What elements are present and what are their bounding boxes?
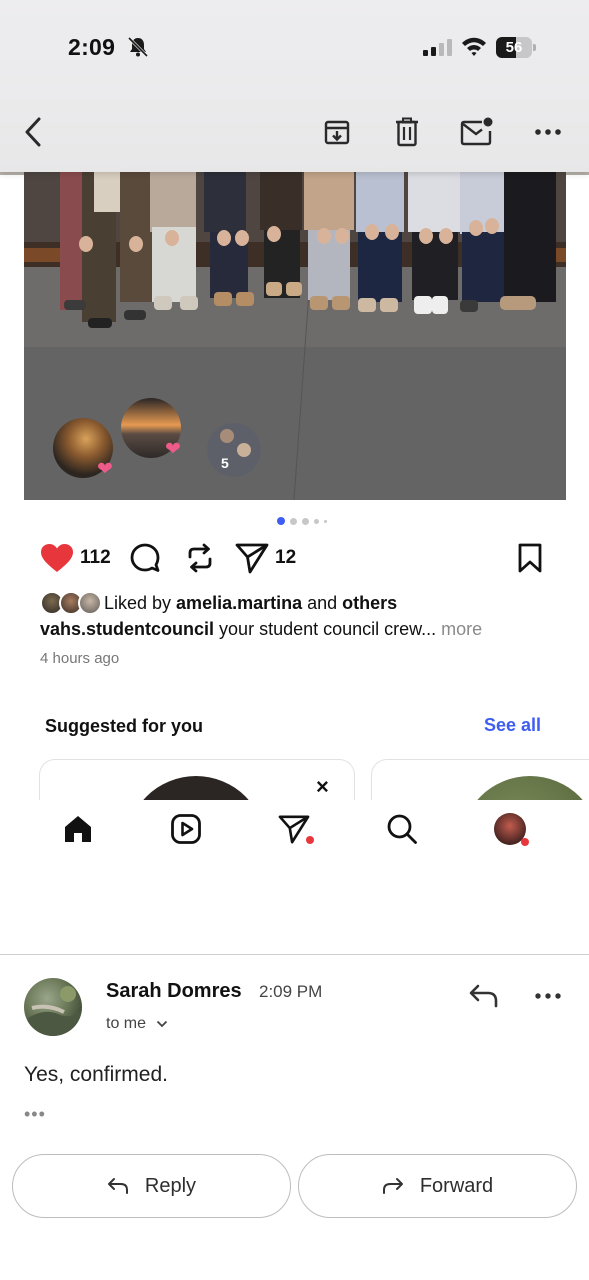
share-button[interactable]: 12 [235, 538, 296, 578]
reply-arrow-icon [107, 1178, 128, 1194]
post-caption: vahs.studentcouncil your student council… [40, 619, 560, 640]
liked-by-prefix: Liked by [104, 592, 177, 613]
wifi-icon [462, 37, 486, 56]
sender-avatar[interactable] [24, 978, 82, 1036]
like-button[interactable]: 112 [40, 538, 111, 578]
mark-unread-icon [460, 117, 493, 146]
liked-by-user[interactable]: amelia.martina [176, 593, 302, 614]
archive-icon [324, 120, 350, 145]
carousel-indicator [277, 517, 327, 525]
reaction-mini-avatar [220, 429, 234, 443]
liked-by-joiner: and [302, 592, 343, 613]
liked-by-row[interactable]: Liked by amelia.martina and others [40, 590, 397, 616]
heart-icon [41, 544, 73, 572]
cellular-signal-icon [423, 38, 452, 56]
quick-reply-button[interactable] [468, 982, 500, 1010]
mark-unread-button[interactable] [459, 114, 495, 150]
reply-label: Reply [144, 1174, 197, 1197]
back-button[interactable] [15, 114, 51, 150]
notification-dot [306, 836, 314, 844]
search-icon [387, 814, 417, 844]
caption-more-link[interactable]: more [441, 619, 482, 639]
dismiss-suggestion-button[interactable]: × [316, 774, 329, 800]
reels-icon [171, 814, 201, 844]
heart-reaction-icon: ❤ [165, 439, 181, 460]
reply-icon [469, 984, 498, 1008]
save-button[interactable] [517, 538, 543, 578]
repost-icon [188, 543, 212, 573]
post-actions: 112 12 [40, 538, 550, 578]
heart-reaction-icon: ❤ [97, 459, 113, 480]
comment-icon [130, 543, 160, 572]
reply-button[interactable]: Reply [12, 1154, 291, 1218]
tab-profile[interactable] [493, 812, 529, 846]
liker-avatar [78, 591, 102, 615]
carousel-dot [277, 517, 285, 525]
reaction-mini-avatar [237, 443, 251, 457]
see-all-link[interactable]: See all [484, 715, 541, 736]
delete-button[interactable] [389, 114, 425, 150]
more-options-button[interactable] [530, 114, 566, 150]
tab-search[interactable] [385, 812, 419, 846]
forward-label: Forward [419, 1174, 494, 1197]
forward-button[interactable]: Forward [298, 1154, 577, 1218]
notification-dot [521, 838, 529, 846]
battery-icon: 56 [496, 37, 536, 58]
tab-home[interactable] [61, 812, 95, 846]
more-icon [535, 129, 561, 135]
recipient-details-toggle[interactable]: to me [106, 1015, 168, 1033]
liker-avatars [40, 591, 102, 615]
post-time-ago: 4 hours ago [40, 650, 120, 667]
show-trimmed-content[interactable]: ••• [24, 1104, 46, 1125]
message-body: Yes, confirmed. [24, 1063, 168, 1086]
archive-button[interactable] [319, 114, 355, 150]
tab-messages[interactable] [277, 812, 314, 846]
caption-username[interactable]: vahs.studentcouncil [40, 619, 214, 639]
chevron-down-icon [156, 1020, 168, 1028]
recipient-label: to me [106, 1015, 147, 1032]
comment-button[interactable] [129, 538, 161, 578]
message-more-button[interactable] [533, 982, 563, 1010]
carousel-dot [290, 517, 297, 525]
liked-by-others[interactable]: others [342, 593, 397, 614]
more-icon [535, 993, 561, 999]
home-icon [65, 816, 91, 842]
tab-reels[interactable] [169, 812, 203, 846]
like-count: 112 [80, 547, 111, 568]
message-divider [0, 954, 589, 955]
sender-name: Sarah Domres [106, 980, 242, 1002]
suggested-title: Suggested for you [45, 716, 204, 736]
trash-icon [396, 117, 418, 147]
forward-arrow-icon [382, 1178, 403, 1194]
carousel-dot [302, 517, 309, 525]
screen: ❤ ❤ 5 2:09 56 112 12 Liked by amelia.mar… [0, 0, 589, 1280]
repost-button[interactable] [184, 538, 216, 578]
back-chevron-icon [25, 117, 41, 147]
carousel-dot [314, 518, 319, 524]
sent-time: 2:09 PM [259, 982, 323, 1001]
battery-percent: 56 [505, 39, 523, 56]
bell-slash-icon [127, 36, 149, 58]
reaction-count: 5 [221, 455, 229, 471]
bookmark-icon [518, 543, 542, 573]
status-time: 2:09 [68, 34, 116, 60]
email-toolbar-overlay: 2:09 56 [0, 0, 589, 172]
share-count: 12 [275, 547, 297, 568]
send-icon [235, 543, 269, 574]
sender-photo [24, 986, 82, 1036]
reaction-group-bubble[interactable]: 5 [207, 423, 261, 477]
carousel-dot [324, 519, 327, 523]
caption-text: your student council crew... [214, 619, 442, 639]
post-photo[interactable]: ❤ ❤ 5 [24, 172, 566, 500]
